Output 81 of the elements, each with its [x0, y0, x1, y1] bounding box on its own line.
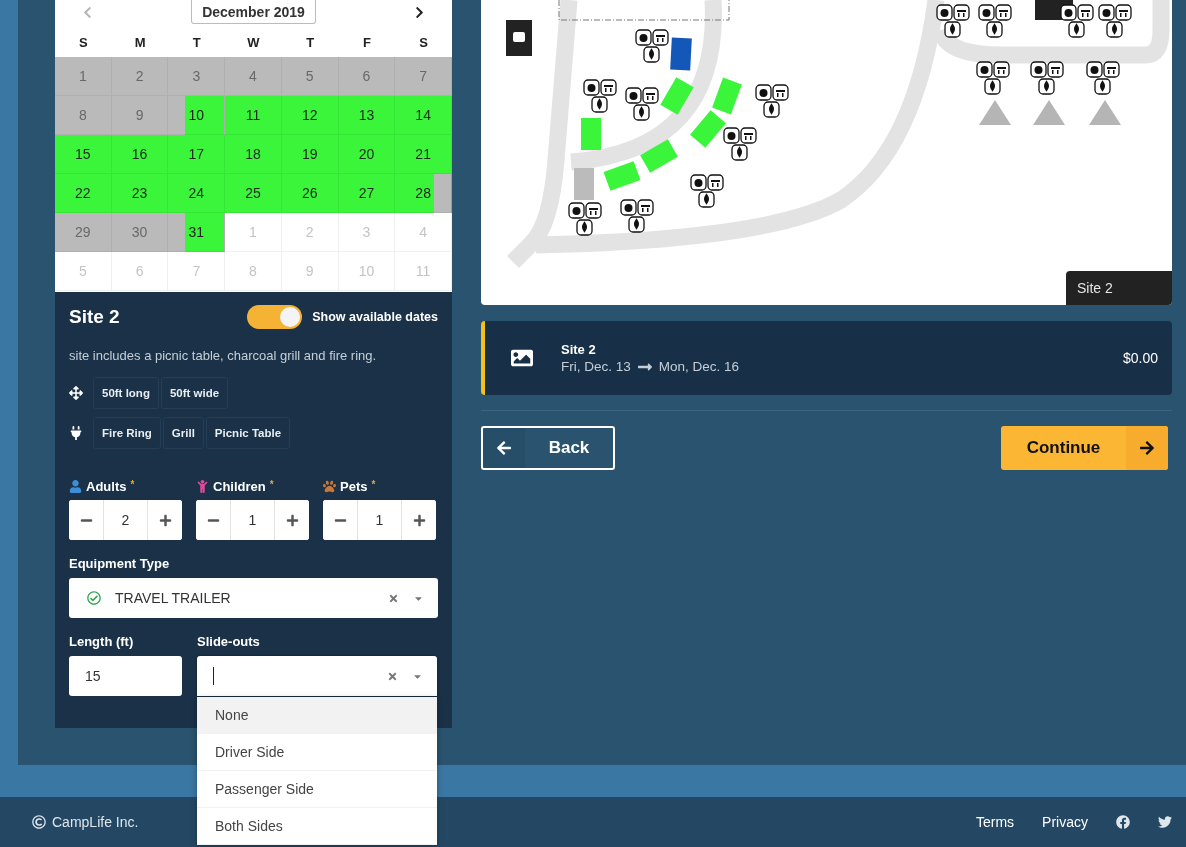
dropdown-option[interactable]: Both Sides — [197, 808, 437, 845]
text-cursor — [213, 667, 214, 685]
site-description: site includes a picnic table, charcoal grill and fire ring. — [69, 348, 378, 363]
amenity-tag: Picnic Table — [205, 417, 291, 449]
twitter-icon[interactable] — [1158, 815, 1172, 829]
booking-site: Site 2 — [561, 341, 597, 357]
plus-icon — [412, 513, 426, 527]
calendar-day[interactable]: 31 — [168, 213, 226, 252]
back-button[interactable]: Back — [481, 426, 615, 470]
amenity-tag: Grill — [162, 417, 204, 449]
site-title: Site 2 — [69, 306, 120, 328]
copyright-text: CampLife Inc. — [52, 814, 139, 830]
calendar-day[interactable]: 28 — [395, 174, 452, 213]
calendar-day[interactable]: 20 — [338, 135, 396, 174]
plug-icon — [69, 426, 83, 440]
clear-icon[interactable] — [388, 592, 399, 604]
calendar-day[interactable]: 10 — [168, 96, 226, 135]
field-label: Equipment Type — [69, 556, 171, 571]
calendar-day[interactable]: 16 — [111, 135, 169, 174]
calendar-day[interactable]: 26 — [281, 174, 339, 213]
paw-icon — [323, 480, 336, 493]
size-tag: 50ft wide — [160, 377, 229, 409]
calendar-day[interactable]: 12 — [281, 96, 339, 135]
footer-link[interactable]: Privacy — [1042, 814, 1088, 830]
counter-label: Adults — [86, 479, 127, 494]
end-date: Mon, Dec. 16 — [658, 359, 740, 374]
calendar-day[interactable]: 15 — [55, 135, 112, 174]
price: $0.00 — [1122, 350, 1158, 366]
weekday-label: S — [418, 35, 429, 50]
calendar-day[interactable]: 22 — [55, 174, 112, 213]
image-icon — [511, 347, 533, 369]
facebook-icon[interactable] — [1116, 815, 1130, 829]
calendar-day[interactable]: 11 — [225, 96, 282, 135]
toggle-label: Show available dates — [312, 310, 438, 324]
copyright-icon — [32, 815, 46, 829]
four-arrows-icon — [69, 386, 83, 400]
calendar-day[interactable]: 27 — [338, 174, 396, 213]
child-icon — [196, 480, 209, 493]
arrow-right-icon — [1139, 440, 1155, 456]
field-label: Length (ft) — [69, 634, 135, 649]
weekday-label: S — [78, 35, 89, 50]
counter-label: Pets — [340, 479, 368, 494]
calendar-day[interactable]: 19 — [281, 135, 339, 174]
required-mark: * — [269, 479, 274, 490]
plus-icon — [285, 513, 299, 527]
required-mark: * — [371, 479, 376, 490]
input-field[interactable]: 15 — [69, 656, 182, 696]
footer-link[interactable]: Terms — [975, 814, 1015, 830]
calendar-day[interactable]: 25 — [225, 174, 282, 213]
calendar-day[interactable]: 13 — [338, 96, 396, 135]
field-label: Slide-outs — [197, 634, 261, 649]
toggle-switch[interactable] — [247, 305, 303, 329]
start-date: Fri, Dec. 13 — [561, 359, 631, 374]
month-button[interactable]: December 2019 — [191, 0, 316, 24]
weekday-label: T — [305, 35, 316, 50]
calendar-day[interactable]: 23 — [111, 174, 169, 213]
dropdown-option[interactable]: None — [197, 697, 437, 734]
clear-icon[interactable] — [387, 670, 398, 682]
person-icon — [69, 480, 82, 493]
weekday-label: W — [246, 35, 261, 50]
next-month-icon[interactable] — [413, 6, 426, 19]
counter-label: Children — [213, 479, 266, 494]
amenity-tag: Fire Ring — [93, 417, 161, 449]
arrow-left-icon — [496, 440, 512, 456]
weekday-label: F — [361, 35, 372, 50]
plus-icon — [158, 513, 172, 527]
select-field[interactable] — [197, 656, 437, 696]
required-mark: * — [130, 479, 135, 490]
calendar-day[interactable]: 18 — [225, 135, 282, 174]
map-site-label: Site 2 — [1066, 271, 1172, 305]
calendar-day[interactable]: 17 — [168, 135, 226, 174]
equipment-select[interactable]: TRAVEL TRAILER — [69, 578, 438, 618]
continue-button[interactable]: Continue — [1001, 426, 1168, 470]
calendar-day[interactable]: 14 — [395, 96, 452, 135]
weekday-label: T — [191, 35, 202, 50]
dropdown-option[interactable]: Passenger Side — [197, 771, 437, 808]
calendar-day[interactable]: 21 — [395, 135, 452, 174]
weekday-label: M — [133, 35, 147, 50]
calendar-day[interactable]: 24 — [168, 174, 226, 213]
size-tag: 50ft long — [93, 377, 159, 409]
dropdown-option[interactable]: Driver Side — [197, 734, 437, 771]
